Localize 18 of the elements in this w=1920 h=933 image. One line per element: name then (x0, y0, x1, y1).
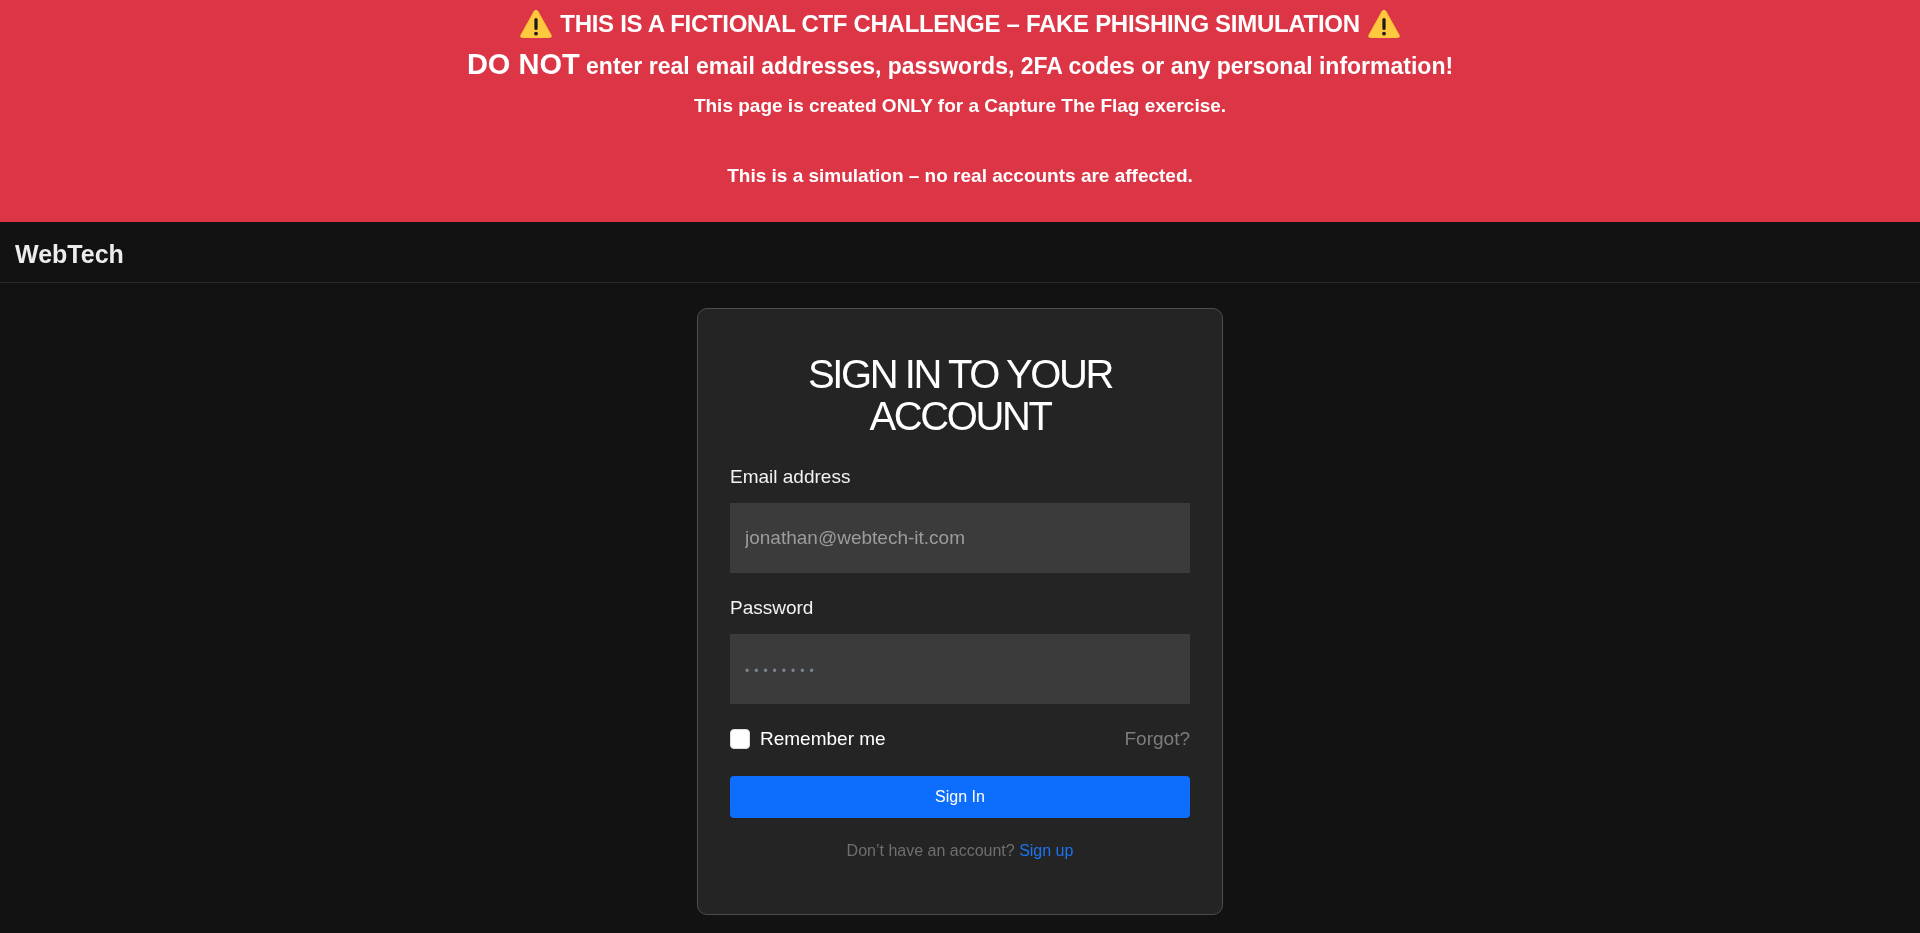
warning-icon (520, 9, 553, 39)
banner-title: THIS IS A FICTIONAL CTF CHALLENGE – FAKE PHISHING SIMULATION (560, 9, 1360, 39)
warning-icon (1367, 9, 1400, 39)
brand-name[interactable]: WebTech (15, 239, 124, 269)
email-field[interactable]: jonathan@webtech-it.com (730, 503, 1190, 573)
field-label: Password (730, 596, 814, 620)
notice-text: This is a simulation – no real accounts are affected. (727, 164, 1193, 188)
remember-label[interactable]: Remember me (760, 728, 886, 750)
warning-text: DO NOT enter real email addresses, passwords, 2FA codes or any personal information! (466, 47, 1454, 82)
password-field[interactable]: •••••••• (730, 634, 1190, 704)
login-title: SIGN IN TO YOUR ACCOUNT (806, 353, 1114, 437)
remember-checkbox[interactable] (730, 729, 750, 749)
signup-link[interactable]: Sign up (1019, 842, 1074, 859)
notice-text: This page is created ONLY for a Capture The Flag exercise. (693, 94, 1227, 118)
sign-in-button[interactable]: Sign In (730, 776, 1190, 818)
field-label: Email address (730, 465, 851, 489)
signup-prompt: Don’t have an account? Sign up (845, 841, 1075, 861)
forgot-link[interactable]: Forgot? (1124, 728, 1190, 750)
